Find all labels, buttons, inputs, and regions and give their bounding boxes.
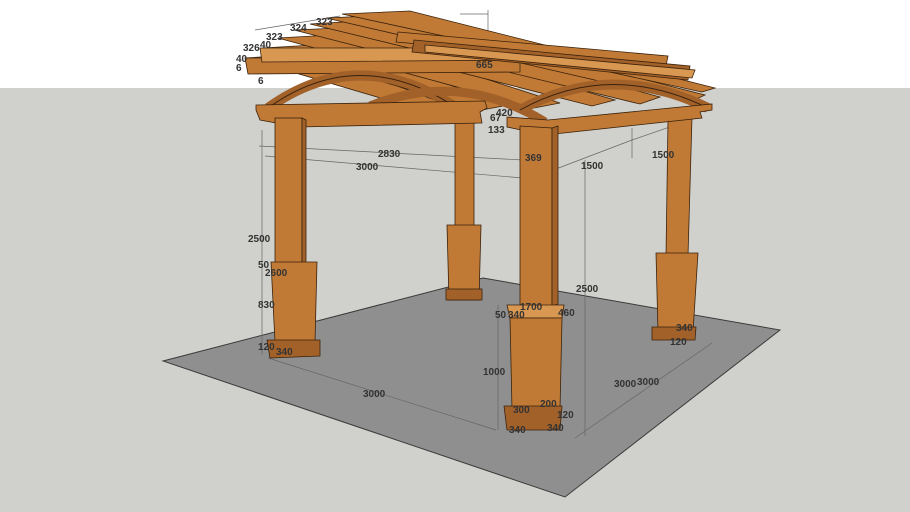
dim-label: 6: [236, 63, 242, 74]
dim-label: 323: [316, 17, 333, 28]
dim-label: 340: [276, 347, 293, 358]
dim-label: 3000: [356, 162, 379, 173]
dim-label: 40: [260, 40, 272, 51]
dim-label: 67: [490, 113, 502, 124]
dim-label: 133: [488, 125, 505, 136]
dim-label: 369: [525, 153, 542, 164]
modeling-viewport[interactable]: 323 324 323 326 40 40 6 6 665 420 67 133…: [0, 0, 910, 512]
dim-label: 340: [509, 425, 526, 436]
dim-label: 300: [513, 405, 530, 416]
dim-label: 1500: [652, 150, 675, 161]
dim-label: 324: [290, 23, 307, 34]
dim-label: 2600: [265, 268, 288, 279]
dim-label: 6: [258, 76, 264, 87]
dim-label: 120: [557, 410, 574, 421]
dim-label: 3000: [637, 377, 660, 388]
pergola-3d-model[interactable]: 323 324 323 326 40 40 6 6 665 420 67 133…: [0, 0, 910, 512]
dim-label: 460: [558, 308, 575, 319]
dim-label: 3000: [614, 379, 637, 390]
dim-label: 340: [676, 323, 693, 334]
dim-label: 2500: [248, 234, 271, 245]
dim-label: 1500: [581, 161, 604, 172]
dim-label: 830: [258, 300, 275, 311]
dim-label: 665: [476, 60, 493, 71]
dim-label: 50: [495, 310, 507, 321]
dim-label: 2500: [576, 284, 599, 295]
dim-label: 326: [243, 43, 260, 54]
dim-label: 340: [547, 423, 564, 434]
dim-label: 3000: [363, 389, 386, 400]
dim-label: 340: [508, 310, 525, 321]
dim-label: 1000: [483, 367, 506, 378]
dim-label: 120: [670, 337, 687, 348]
dim-label: 2830: [378, 149, 401, 160]
dim-label: 200: [540, 399, 557, 410]
dim-label: 120: [258, 342, 275, 353]
